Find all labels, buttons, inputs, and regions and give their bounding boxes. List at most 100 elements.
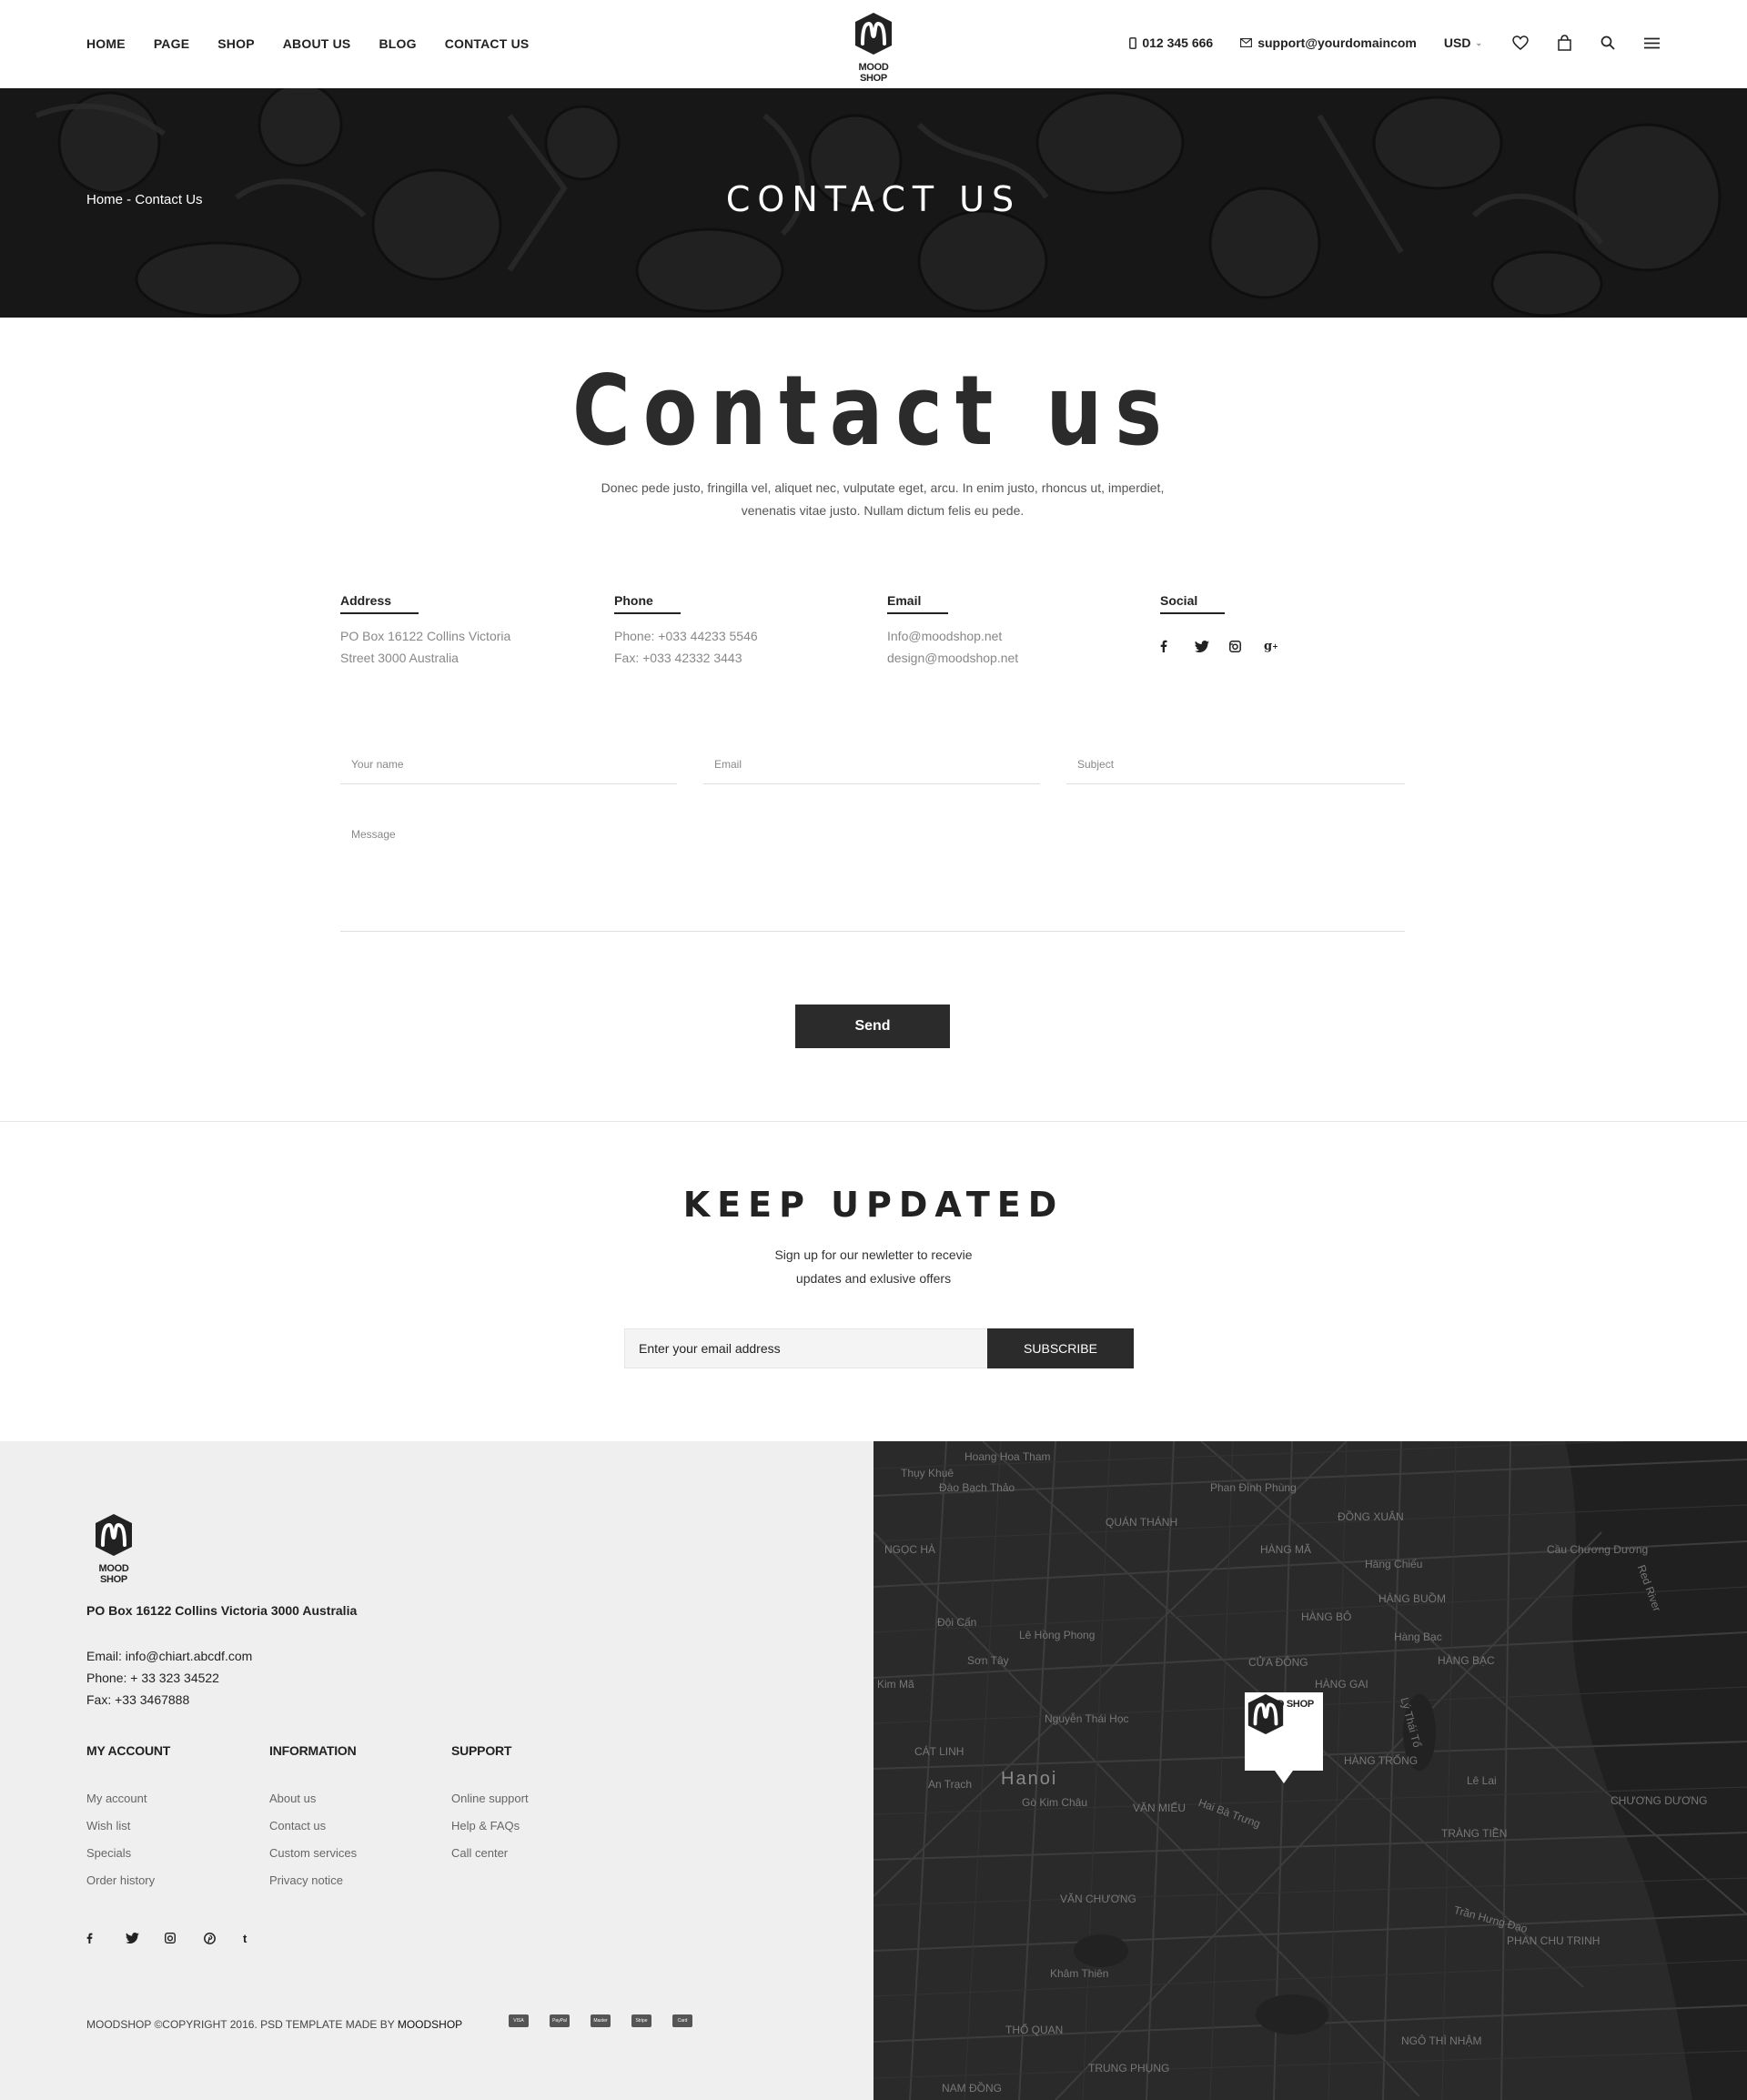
nav-page[interactable]: PAGE — [154, 36, 189, 51]
info-email-line1[interactable]: Info@moodshop.net — [887, 625, 1124, 647]
header-phone[interactable]: 012 345 666 — [1129, 35, 1213, 50]
footer-col-my-account: MY ACCOUNT My account Wish list Specials… — [86, 1743, 170, 1894]
google-plus-icon[interactable]: g + — [1264, 638, 1298, 654]
location-map[interactable]: Hoang Hoa Tham Thụy Khuê Đào Bạch Thảo P… — [874, 1441, 1747, 2100]
site-header: HOME PAGE SHOP ABOUT US BLOG CONTACT US … — [0, 0, 1747, 88]
info-social: Social g + — [1160, 593, 1397, 654]
newsletter-title: KEEP UPDATED — [682, 1185, 1065, 1225]
footer-link[interactable]: Privacy notice — [269, 1867, 357, 1894]
map-label: Hoang Hoa Tham — [964, 1450, 1051, 1463]
subject-field[interactable] — [1066, 748, 1405, 781]
map-label: Khâm Thiên — [1050, 1967, 1109, 1980]
pinterest-icon[interactable] — [204, 1931, 243, 1945]
info-social-label: Social — [1160, 593, 1226, 614]
logo-icon — [855, 13, 892, 55]
header-email[interactable]: support@yourdomaincom — [1240, 35, 1417, 50]
instagram-icon[interactable] — [1229, 638, 1264, 654]
info-address-line2: Street 3000 Australia — [340, 651, 459, 665]
nav-home[interactable]: HOME — [86, 36, 126, 51]
map-label: THỔ QUAN — [1005, 2024, 1064, 2036]
map-label: QUÁN THÁNH — [1106, 1516, 1178, 1529]
hero-title: CONTACT US — [725, 179, 1022, 219]
footer-link[interactable]: Help & FAQs — [451, 1812, 529, 1840]
map-label: Đào Bạch Thảo — [939, 1481, 1015, 1494]
map-label: Nguyễn Thái Học — [1045, 1712, 1129, 1725]
info-phone-label: Phone — [614, 593, 681, 614]
footer-contacts: Email: info@chiart.abcdf.com Phone: + 33… — [86, 1645, 252, 1711]
footer-col-title: SUPPORT — [451, 1743, 512, 1758]
footer-link[interactable]: Call center — [451, 1840, 529, 1867]
map-label: TRÀNG TIỀN — [1441, 1827, 1508, 1840]
map-label: Phan Đình Phùng — [1210, 1481, 1297, 1494]
map-label: ĐỒNG XUÂN — [1338, 1510, 1404, 1523]
hero-banner: Home - Contact Us CONTACT US — [0, 88, 1747, 318]
map-label: Lê Hồng Phong — [1019, 1629, 1096, 1641]
footer-col-information: INFORMATION About us Contact us Custom s… — [269, 1743, 357, 1894]
map-label: Sơn Tây — [967, 1654, 1009, 1667]
footer-link[interactable]: My account — [86, 1785, 170, 1812]
site-logo[interactable]: MOOD SHOP — [846, 11, 901, 84]
copyright-text: MOODSHOP ©COPYRIGHT 2016. PSD TEMPLATE M… — [86, 2018, 398, 2031]
map-label: CHƯƠNG DƯƠNG — [1611, 1794, 1708, 1807]
nav-shop[interactable]: SHOP — [217, 36, 254, 51]
menu-icon[interactable] — [1642, 34, 1661, 52]
map-label: HÀNG GAI — [1315, 1678, 1368, 1691]
footer-link[interactable]: About us — [269, 1785, 357, 1812]
map-location-pin[interactable]: MOOD SHOP — [1245, 1692, 1323, 1783]
nav-about-us[interactable]: ABOUT US — [283, 36, 351, 51]
footer-col-support: SUPPORT Online support Help & FAQs Call … — [451, 1743, 529, 1867]
footer-link[interactable]: Online support — [451, 1785, 529, 1812]
send-button[interactable]: Send — [795, 1005, 950, 1048]
info-email-line2[interactable]: design@moodshop.net — [887, 647, 1124, 669]
email-field[interactable] — [703, 748, 1040, 781]
paypal-icon: PayPal — [550, 2014, 570, 2027]
message-field[interactable] — [340, 823, 1405, 923]
currency-value: USD — [1443, 35, 1471, 50]
facebook-icon[interactable] — [86, 1931, 126, 1945]
name-field-wrap — [340, 748, 677, 784]
map-label: HÀNG BÔ — [1301, 1610, 1352, 1623]
footer-link[interactable]: Contact us — [269, 1812, 357, 1840]
main-nav: HOME PAGE SHOP ABOUT US BLOG CONTACT US — [86, 36, 557, 51]
map-label: VĂN CHƯƠNG — [1060, 1893, 1136, 1905]
footer-link[interactable]: Specials — [86, 1840, 170, 1867]
stripe-icon: Stripe — [631, 2014, 651, 2027]
site-footer: MOOD SHOP PO Box 16122 Collins Victoria … — [0, 1441, 874, 2100]
currency-select[interactable]: USD ⌄ — [1444, 35, 1482, 50]
footer-address: PO Box 16122 Collins Victoria 3000 Austr… — [86, 1603, 358, 1618]
twitter-icon[interactable] — [126, 1931, 165, 1945]
info-phone: Phone Phone: +033 44233 5546 Fax: +033 4… — [614, 593, 851, 669]
footer-fax: Fax: +33 3467888 — [86, 1692, 190, 1707]
nav-blog[interactable]: BLOG — [379, 36, 416, 51]
name-field[interactable] — [340, 748, 677, 781]
bag-icon[interactable] — [1555, 34, 1573, 52]
map-label: NGÔ THÌ NHẬM — [1401, 2034, 1482, 2047]
tumblr-icon[interactable]: t — [243, 1931, 282, 1945]
info-address-line1: PO Box 16122 Collins Victoria — [340, 629, 511, 643]
footer-link[interactable]: Order history — [86, 1867, 170, 1894]
map-label: PHAN CHU TRINH — [1507, 1934, 1601, 1947]
copyright-brand[interactable]: MOODSHOP — [398, 2018, 462, 2031]
subscribe-button[interactable]: SUBSCRIBE — [987, 1328, 1134, 1368]
newsletter-line2: updates and exlusive offers — [795, 1271, 952, 1286]
info-email-label: Email — [887, 593, 949, 614]
footer-col-title: MY ACCOUNT — [86, 1743, 171, 1758]
info-address-label: Address — [340, 593, 419, 614]
instagram-icon[interactable] — [165, 1931, 204, 1945]
section-divider — [0, 1121, 1747, 1122]
footer-logo[interactable]: MOOD SHOP — [86, 1512, 141, 1585]
map-label: Thụy Khuê — [901, 1467, 954, 1479]
newsletter-input-wrap — [624, 1328, 988, 1368]
info-address: Address PO Box 16122 Collins Victoria St… — [340, 593, 577, 669]
heart-icon[interactable] — [1511, 34, 1530, 52]
twitter-icon[interactable] — [1195, 638, 1229, 654]
info-phone-line1: Phone: +033 44233 5546 — [614, 629, 758, 643]
search-icon[interactable] — [1599, 34, 1617, 52]
footer-link[interactable]: Custom services — [269, 1840, 357, 1867]
facebook-icon[interactable] — [1160, 638, 1195, 654]
map-label: CÁT LINH — [914, 1745, 964, 1758]
newsletter-email-input[interactable] — [625, 1329, 987, 1368]
nav-contact-us[interactable]: CONTACT US — [445, 36, 530, 51]
footer-phone: Phone: + 33 323 34522 — [86, 1671, 219, 1685]
footer-link[interactable]: Wish list — [86, 1812, 170, 1840]
